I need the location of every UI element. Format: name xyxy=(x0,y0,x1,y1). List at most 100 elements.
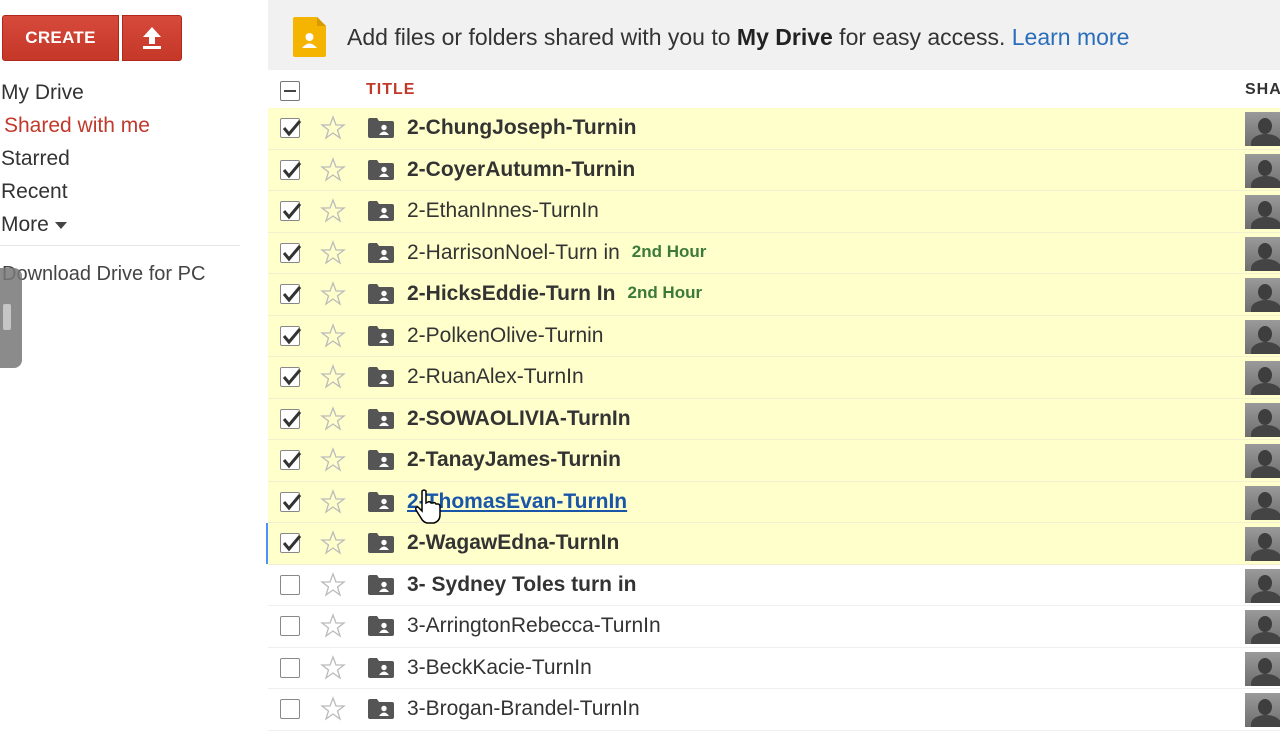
download-drive-link[interactable]: Download Drive for PC xyxy=(2,263,205,286)
row-checkbox[interactable] xyxy=(280,325,302,346)
nav-recent[interactable]: Recent xyxy=(0,175,240,208)
file-row[interactable]: 2-RuanAlex-TurnIn xyxy=(268,357,1280,399)
file-name[interactable]: 2-HicksEddie-Turn In 2nd Hour xyxy=(407,282,702,306)
shared-folder-icon xyxy=(368,533,394,553)
file-list: 2-ChungJoseph-Turnin 2-CoyerAutumn-Turnin… xyxy=(266,108,1280,731)
row-checkbox[interactable] xyxy=(280,118,302,138)
file-row[interactable]: 2-HarrisonNoel-Turn in 2nd Hour xyxy=(268,232,1280,274)
file-name[interactable]: 2-CoyerAutumn-Turnin xyxy=(407,158,635,182)
select-all-checkbox[interactable] xyxy=(280,81,300,101)
shared-folder-icon xyxy=(368,242,394,263)
checkmark-icon xyxy=(282,286,302,303)
star-icon[interactable] xyxy=(320,239,346,266)
file-row[interactable]: 2-TanayJames-Turnin xyxy=(268,440,1280,482)
star-icon[interactable] xyxy=(320,364,346,390)
nav-my-drive-label: My Drive xyxy=(1,81,84,104)
column-header-shared[interactable]: SHA xyxy=(1245,81,1280,99)
create-button[interactable]: CREATE xyxy=(2,15,119,61)
row-checkbox[interactable] xyxy=(280,533,302,553)
star-icon[interactable] xyxy=(320,530,346,556)
row-checkbox[interactable] xyxy=(280,699,300,719)
file-row[interactable]: 2-EthanInnes-TurnIn xyxy=(268,191,1280,233)
row-checkbox[interactable] xyxy=(280,284,302,304)
file-name[interactable]: 2-RuanAlex-TurnIn xyxy=(407,365,584,389)
avatar xyxy=(1245,236,1280,271)
avatar xyxy=(1245,610,1280,644)
star-icon[interactable] xyxy=(320,488,346,515)
checkmark-icon xyxy=(282,244,302,261)
row-checkbox[interactable] xyxy=(280,657,300,678)
row-checkbox[interactable] xyxy=(280,491,302,512)
folder-tag: 2nd Hour xyxy=(631,241,707,261)
file-row[interactable]: 2-CoyerAutumn-Turnin xyxy=(268,149,1280,191)
file-name[interactable]: 2-EthanInnes-TurnIn xyxy=(407,199,599,223)
star-icon[interactable] xyxy=(320,447,346,473)
sidebar-resize-handle[interactable] xyxy=(0,268,22,368)
learn-more-link[interactable]: Learn more xyxy=(1012,24,1130,50)
checkmark-icon xyxy=(282,120,302,137)
file-name[interactable]: 2-ChungJoseph-Turnin xyxy=(407,116,636,140)
nav-my-drive[interactable]: My Drive xyxy=(0,76,240,109)
file-name[interactable]: 3-ArringtonRebecca-TurnIn xyxy=(407,614,661,638)
file-row[interactable]: 2-HicksEddie-Turn In 2nd Hour xyxy=(268,274,1280,316)
star-icon[interactable] xyxy=(320,613,346,639)
upload-arrow-icon xyxy=(143,27,161,49)
file-name[interactable]: 3-Brogan-Brandel-TurnIn xyxy=(407,697,640,721)
shared-folder-icon xyxy=(368,408,394,429)
row-checkbox[interactable] xyxy=(280,574,300,595)
file-name-text: 2-EthanInnes-TurnIn xyxy=(407,199,599,222)
file-name-text: 2-SOWAOLIVIA-TurnIn xyxy=(407,406,631,430)
row-checkbox[interactable] xyxy=(280,450,302,470)
file-name[interactable]: 2-WagawEdna-TurnIn xyxy=(407,531,619,555)
checkmark-icon xyxy=(282,203,302,220)
file-row[interactable]: 3-BeckKacie-TurnIn xyxy=(268,647,1280,689)
star-icon[interactable] xyxy=(320,654,346,681)
file-row[interactable]: 3-Brogan-Brandel-TurnIn xyxy=(268,689,1280,731)
star-icon[interactable] xyxy=(320,281,346,307)
file-row[interactable]: 3-ArringtonRebecca-TurnIn xyxy=(268,606,1280,648)
avatar xyxy=(1245,693,1280,727)
file-name-text: 3-ArringtonRebecca-TurnIn xyxy=(407,614,661,637)
file-name[interactable]: 2-HarrisonNoel-Turn in 2nd Hour xyxy=(407,241,706,265)
star-icon[interactable] xyxy=(320,571,346,598)
star-icon[interactable] xyxy=(320,156,346,183)
file-row[interactable]: 2-SOWAOLIVIA-TurnIn xyxy=(268,398,1280,440)
file-row[interactable]: 2-PolkenOlive-Turnin xyxy=(268,315,1280,357)
avatar xyxy=(1245,568,1280,603)
star-icon[interactable] xyxy=(320,115,346,141)
file-row[interactable]: 3- Sydney Toles turn in xyxy=(268,564,1280,606)
file-name[interactable]: 2-TanayJames-Turnin xyxy=(407,448,621,472)
file-name[interactable]: 3-BeckKacie-TurnIn xyxy=(407,656,592,680)
avatar xyxy=(1245,112,1280,146)
star-icon[interactable] xyxy=(320,198,346,224)
nav-more[interactable]: More xyxy=(0,208,240,241)
hand-cursor-icon xyxy=(415,489,441,524)
file-name-text: 2-TanayJames-Turnin xyxy=(407,448,621,471)
row-checkbox[interactable] xyxy=(280,159,302,180)
column-header-title[interactable]: TITLE xyxy=(366,81,415,99)
info-text-before: Add files or folders shared with you to xyxy=(347,24,737,50)
star-icon[interactable] xyxy=(320,405,346,432)
star-icon[interactable] xyxy=(320,696,346,722)
file-name[interactable]: 2-SOWAOLIVIA-TurnIn xyxy=(407,407,631,431)
avatar xyxy=(1245,278,1280,312)
row-checkbox[interactable] xyxy=(280,201,302,221)
shared-folder-icon xyxy=(368,159,394,180)
nav-shared-with-me[interactable]: Shared with me xyxy=(0,109,240,142)
avatar xyxy=(1245,361,1280,395)
file-row[interactable]: 2-WagawEdna-TurnIn xyxy=(266,523,1280,565)
file-row[interactable]: 2-ChungJoseph-Turnin xyxy=(268,108,1280,150)
shared-folder-icon xyxy=(368,616,394,636)
row-checkbox[interactable] xyxy=(280,242,302,263)
star-icon[interactable] xyxy=(320,322,346,349)
file-name[interactable]: 3- Sydney Toles turn in xyxy=(407,573,636,597)
info-text-after: for easy access. xyxy=(832,24,1012,50)
row-checkbox[interactable] xyxy=(280,408,302,429)
file-name[interactable]: 2-PolkenOlive-Turnin xyxy=(407,324,603,348)
row-checkbox[interactable] xyxy=(280,367,302,387)
avatar xyxy=(1245,319,1280,354)
row-checkbox[interactable] xyxy=(280,616,300,636)
upload-button[interactable] xyxy=(122,15,182,61)
nav-starred[interactable]: Starred xyxy=(0,142,240,175)
shared-folder-icon xyxy=(293,17,326,57)
